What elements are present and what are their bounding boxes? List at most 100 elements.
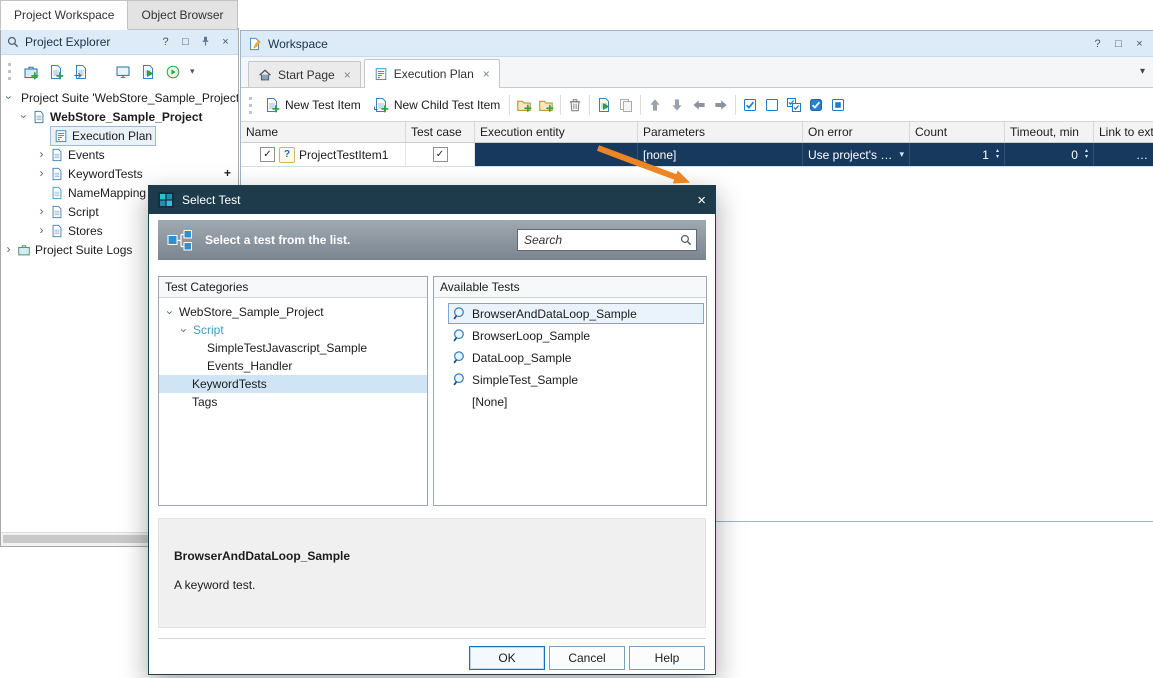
tree-item-keywordtests[interactable]: › KeywordTests + <box>1 164 238 183</box>
test-browserloop-sample[interactable]: BrowserLoop_Sample <box>448 325 704 346</box>
test-none[interactable]: [None] <box>448 391 704 412</box>
test-item-row[interactable]: ✓ ? ProjectTestItem1 ✓ … [none] Use proj… <box>241 143 1153 167</box>
tab-execution-plan[interactable]: Execution Plan × <box>363 59 500 88</box>
expander-icon[interactable]: › <box>37 205 46 217</box>
toolbar-grip[interactable] <box>249 96 255 114</box>
count-spinner[interactable]: ▴ ▾ <box>996 148 999 160</box>
test-dataloop-sample[interactable]: DataLoop_Sample <box>448 347 704 368</box>
move-up-button[interactable] <box>647 97 663 113</box>
open-file-button[interactable] <box>73 64 89 80</box>
test-case-checkbox[interactable]: ✓ <box>432 147 448 162</box>
new-child-test-item-button[interactable]: New Child Test Item <box>370 95 503 115</box>
panel-help-icon[interactable]: ? <box>1090 36 1105 52</box>
tab-project-workspace[interactable]: Project Workspace <box>0 0 129 30</box>
parameters-cell[interactable]: [none] <box>638 143 803 166</box>
link-cell[interactable]: … <box>1094 143 1153 166</box>
column-header-execution-entity[interactable]: Execution entity <box>475 122 638 142</box>
add-keyword-test-button[interactable]: + <box>224 166 231 180</box>
browse-ellipsis-button[interactable]: … <box>1136 148 1148 162</box>
panel-close-icon[interactable]: × <box>1132 36 1147 52</box>
test-browseranddataloop-sample[interactable]: BrowserAndDataLoop_Sample <box>448 303 704 324</box>
move-left-button[interactable] <box>691 97 707 113</box>
test-case-cell[interactable]: ✓ <box>406 143 475 166</box>
toolbar-overflow-caret[interactable]: ▾ <box>190 66 195 77</box>
test-simpletest-sample[interactable]: SimpleTest_Sample <box>448 369 704 390</box>
expander-icon[interactable]: › <box>37 167 46 179</box>
column-header-timeout[interactable]: Timeout, min <box>1005 122 1094 142</box>
expander-icon[interactable]: › <box>37 224 46 236</box>
expander-icon[interactable]: › <box>163 308 177 317</box>
add-project-button[interactable] <box>48 64 64 80</box>
tab-close-icon[interactable]: × <box>483 67 490 81</box>
column-header-name[interactable]: Name <box>241 122 406 142</box>
home-icon <box>258 69 272 81</box>
test-label: [None] <box>472 394 508 409</box>
tree-item-events[interactable]: › Events <box>1 145 238 164</box>
copy-run-button[interactable] <box>618 97 634 113</box>
column-header-count[interactable]: Count <box>910 122 1005 142</box>
expander-icon[interactable]: › <box>177 326 191 335</box>
browse-ellipsis-button[interactable]: … <box>620 148 632 162</box>
panel-close-icon[interactable]: × <box>218 34 233 50</box>
add-to-group-button[interactable] <box>538 97 554 113</box>
tree-item-project-suite[interactable]: › Project Suite 'WebStore_Sample_Project… <box>1 88 238 107</box>
tree-item-project[interactable]: › WebStore_Sample_Project <box>1 107 238 126</box>
execution-entity-cell[interactable]: … <box>475 143 638 166</box>
column-header-test-case[interactable]: Test case <box>406 122 475 142</box>
new-test-item-button[interactable]: New Test Item <box>261 95 364 115</box>
category-script[interactable]: › Script <box>159 321 427 339</box>
search-input[interactable] <box>518 230 701 250</box>
category-events-handler[interactable]: Events_Handler <box>159 357 427 375</box>
scrollbar-thumb[interactable] <box>3 535 153 543</box>
category-simpletestjavascript-sample[interactable]: SimpleTestJavascript_Sample <box>159 339 427 357</box>
expander-icon[interactable]: › <box>17 112 31 121</box>
tree-item-execution-plan[interactable]: Execution Plan <box>1 125 238 146</box>
expander-icon[interactable]: › <box>37 148 46 160</box>
uncheck-selected-button[interactable] <box>830 97 846 113</box>
expander-icon[interactable]: › <box>4 243 13 255</box>
move-down-button[interactable] <box>669 97 685 113</box>
panel-float-icon[interactable]: □ <box>1111 36 1126 52</box>
checkpoint-wizard-button[interactable] <box>115 64 131 80</box>
expander-icon[interactable]: › <box>2 93 16 102</box>
run-test-button[interactable] <box>140 64 156 80</box>
column-header-on-error[interactable]: On error <box>803 122 910 142</box>
tab-close-icon[interactable]: × <box>344 68 351 82</box>
panel-float-icon[interactable]: □ <box>178 34 193 50</box>
tab-start-page[interactable]: Start Page × <box>248 61 361 87</box>
panel-pin-icon[interactable] <box>198 34 213 50</box>
dialog-close-icon[interactable]: × <box>697 192 706 209</box>
dialog-titlebar[interactable]: Select Test × <box>149 186 715 214</box>
new-group-button[interactable] <box>516 97 532 113</box>
check-children-button[interactable] <box>786 97 802 113</box>
timeout-spinner[interactable]: ▴ ▾ <box>1085 148 1088 160</box>
on-error-cell[interactable]: Use project's … ▾ <box>803 143 910 166</box>
cancel-button[interactable]: Cancel <box>549 646 625 670</box>
tab-list-caret[interactable]: ▾ <box>1140 66 1145 77</box>
check-selected-button[interactable] <box>808 97 824 113</box>
record-test-button[interactable] <box>165 64 181 80</box>
add-project-suite-button[interactable] <box>23 64 39 80</box>
dropdown-caret-icon[interactable]: ▾ <box>899 149 904 160</box>
category-keywordtests[interactable]: KeywordTests <box>159 375 427 393</box>
category-webstore-sample-project[interactable]: › WebStore_Sample_Project <box>159 303 427 321</box>
enabled-checkbox[interactable]: ✓ <box>260 147 275 162</box>
selected-tree-item[interactable]: Execution Plan <box>50 125 157 146</box>
name-cell[interactable]: ✓ ? ProjectTestItem1 <box>241 143 406 166</box>
help-button[interactable]: Help <box>629 646 705 670</box>
timeout-cell[interactable]: 0 ▴ ▾ <box>1005 143 1094 166</box>
run-selected-button[interactable] <box>596 97 612 113</box>
toolbar-grip[interactable] <box>8 63 14 80</box>
count-cell[interactable]: 1 ▴ ▾ <box>910 143 1005 166</box>
panel-help-icon[interactable]: ? <box>158 34 173 50</box>
column-header-link[interactable]: Link to external test case <box>1094 122 1153 142</box>
delete-button[interactable] <box>567 97 583 113</box>
check-all-button[interactable] <box>742 97 758 113</box>
column-header-parameters[interactable]: Parameters <box>638 122 803 142</box>
category-tags[interactable]: Tags <box>159 393 427 411</box>
ok-button[interactable]: OK <box>469 646 545 670</box>
uncheck-all-button[interactable] <box>764 97 780 113</box>
project-explorer-toolbar: ▾ <box>1 55 238 88</box>
move-right-button[interactable] <box>713 97 729 113</box>
tab-object-browser[interactable]: Object Browser <box>128 0 238 30</box>
